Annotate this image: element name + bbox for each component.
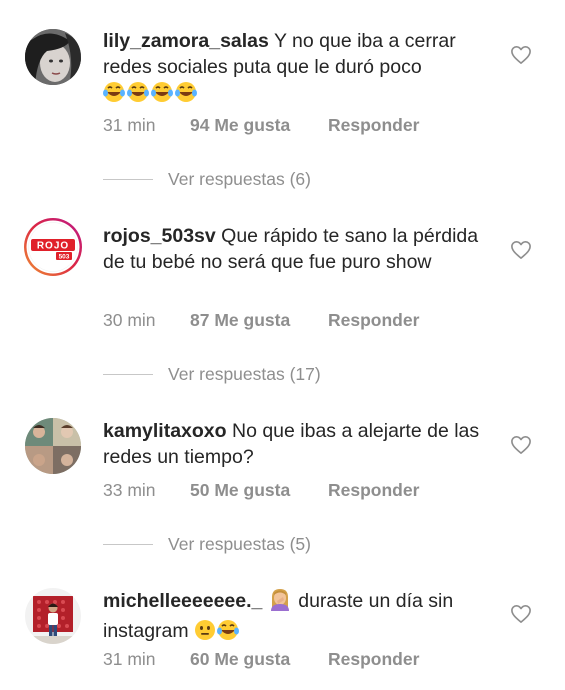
view-replies-label: Ver respuestas (6) [168,169,311,189]
likes-count-link[interactable]: 94 Me gusta [190,114,290,136]
comment-time: 30 min [103,310,156,330]
comment-time: 31 min [103,115,156,135]
reply-button[interactable]: Responder [328,479,419,501]
woman-facepalming-emoji-icon [268,587,292,618]
comment-text: michelleeeeeee._ duraste un día sin inst… [103,587,498,648]
comment-username[interactable]: lily_zamora_salas [103,30,269,52]
divider-line [103,374,153,375]
likes-count-link[interactable]: 50 Me gusta [190,479,290,501]
avatar-logo-text: ROJO [37,241,69,252]
likes-count-link[interactable]: 87 Me gusta [190,309,290,331]
comment-text: lily_zamora_salas Y no que iba a cerrar … [103,28,498,110]
avatar[interactable] [25,588,81,644]
view-replies-label: Ver respuestas (17) [168,364,321,384]
view-replies-label: Ver respuestas (5) [168,534,311,554]
comment-username[interactable]: kamylitaxoxo [103,420,227,442]
avatar[interactable] [25,29,81,85]
likes-count-link[interactable]: 60 Me gusta [190,648,290,670]
comment-username[interactable]: michelleeeeeee._ [103,590,262,612]
avatar[interactable] [25,418,81,474]
comment-time: 31 min [103,649,156,669]
like-heart-icon[interactable] [510,604,532,624]
like-heart-icon[interactable] [510,240,532,260]
comment-time: 33 min [103,480,156,500]
laughing-tears-emoji-icon [103,81,199,110]
comment-text: kamylitaxoxo No que ibas a alejarte de l… [103,418,498,470]
avatar[interactable]: ROJO 503 [23,217,83,277]
avatar-logo-subtext: 503 [59,254,70,261]
neutral-face-emoji-icon [194,619,216,648]
divider-line [103,179,153,180]
reply-button[interactable]: Responder [328,114,419,136]
like-heart-icon[interactable] [510,45,532,65]
reply-button[interactable]: Responder [328,309,419,331]
reply-button[interactable]: Responder [328,648,419,670]
divider-line [103,544,153,545]
laughing-tears-emoji-icon [217,619,240,648]
comment-text: rojos_503sv Que rápido te sano la pérdid… [103,223,498,275]
like-heart-icon[interactable] [510,435,532,455]
comment-username[interactable]: rojos_503sv [103,225,216,247]
